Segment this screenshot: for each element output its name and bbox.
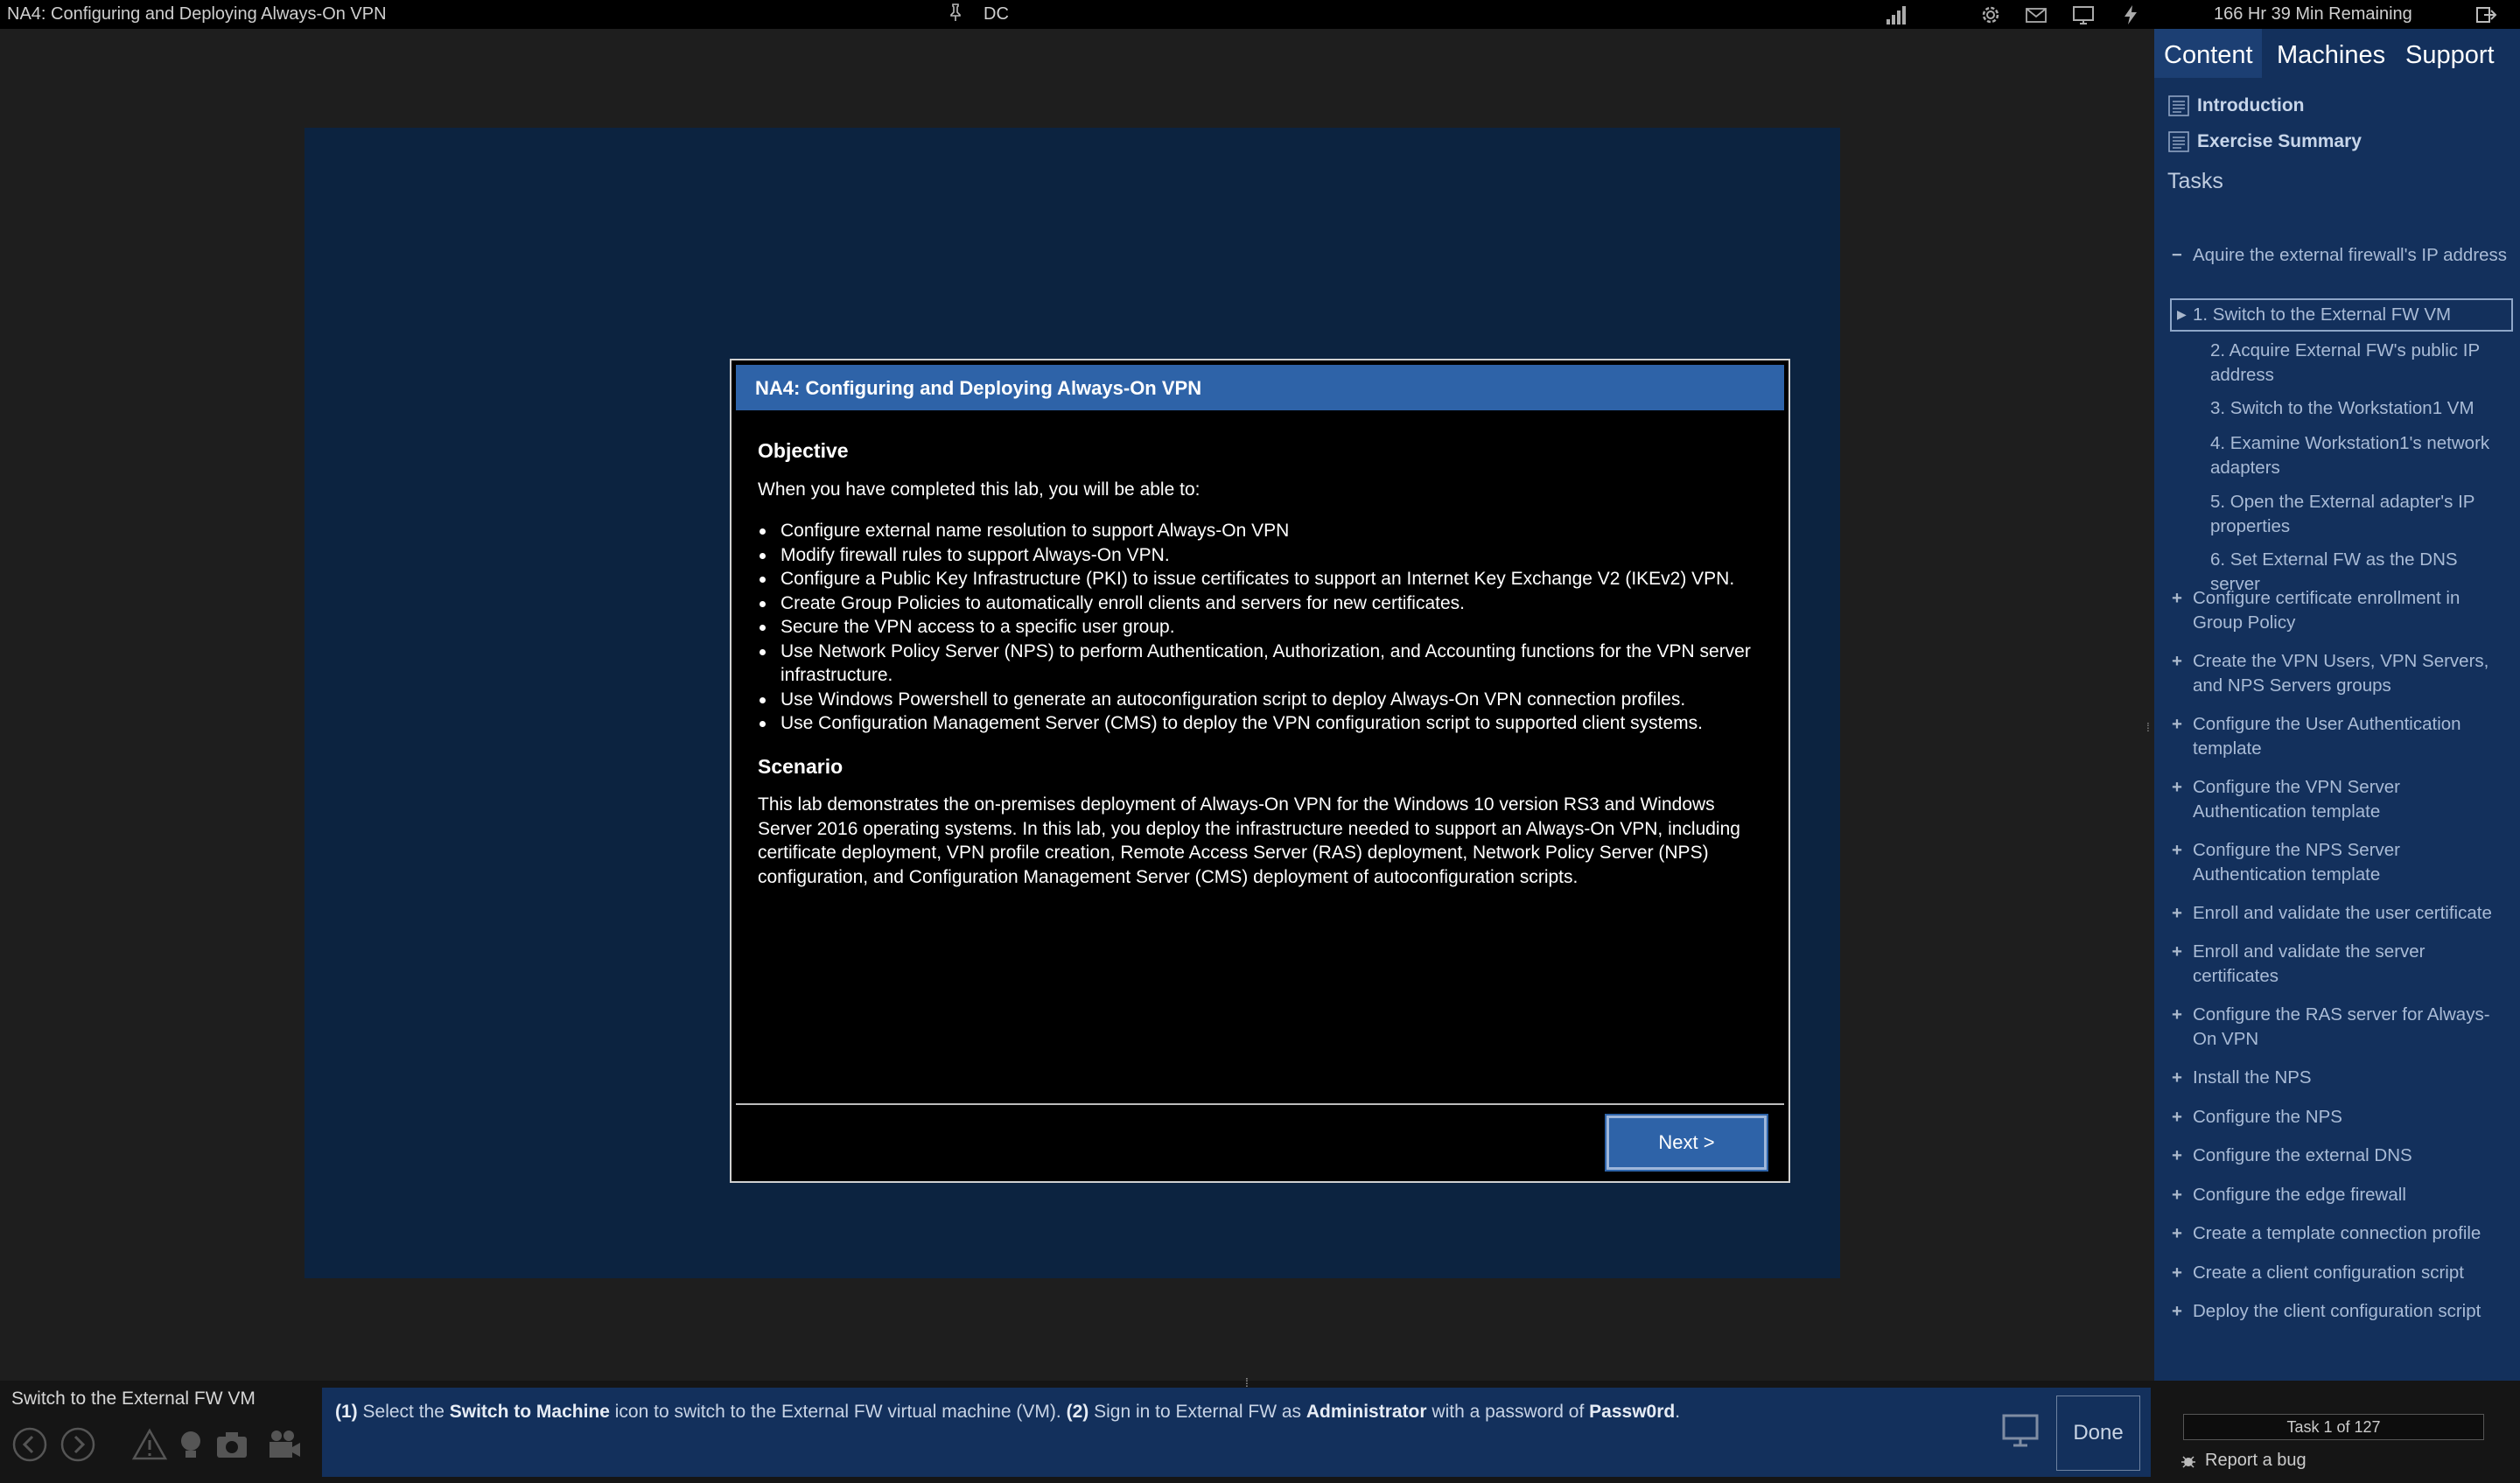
- introduction-link[interactable]: Introduction: [2167, 94, 2304, 117]
- expand-icon: +: [2172, 777, 2182, 797]
- exit-icon[interactable]: [2473, 2, 2499, 28]
- pin-icon[interactable]: [948, 3, 963, 27]
- task-label: Configure the RAS server for Always-On V…: [2193, 1004, 2490, 1049]
- lightbulb-icon[interactable]: [172, 1426, 209, 1463]
- objective-item: Configure a Public Key Infrastructure (P…: [758, 567, 1754, 591]
- task-label: Deploy the client configuration script: [2193, 1301, 2482, 1321]
- report-bug-link[interactable]: Report a bug: [2180, 1451, 2306, 1471]
- expand-icon: +: [2172, 840, 2182, 860]
- video-icon[interactable]: [266, 1426, 303, 1463]
- expand-icon: +: [2172, 1263, 2182, 1283]
- expand-icon: +: [2172, 714, 2182, 734]
- expand-icon: +: [2172, 903, 2182, 923]
- task-label: 4. Examine Workstation1's network adapte…: [2210, 433, 2490, 478]
- objective-item: Modify firewall rules to support Always-…: [758, 543, 1754, 568]
- switch-machine-icon[interactable]: [2000, 1410, 2040, 1451]
- objective-list: Configure external name resolution to su…: [758, 519, 1754, 736]
- task-label: 5. Open the External adapter's IP proper…: [2210, 492, 2475, 536]
- expand-icon: +: [2172, 1223, 2182, 1243]
- next-button[interactable]: Next >: [1605, 1114, 1768, 1172]
- task-label: Configure the VPN Server Authentication …: [2193, 777, 2401, 822]
- tab-machines[interactable]: Machines: [2277, 41, 2385, 70]
- warning-icon[interactable]: [131, 1426, 168, 1463]
- task-label: Configure the User Authentication templa…: [2193, 714, 2461, 759]
- objective-intro: When you have completed this lab, you wi…: [758, 479, 1200, 500]
- done-button[interactable]: Done: [2056, 1396, 2140, 1471]
- settings-icon[interactable]: [1978, 2, 2004, 28]
- task-label: Configure the NPS Server Authentication …: [2193, 840, 2401, 885]
- current-step-icon: ▶: [2177, 307, 2187, 321]
- expand-icon: +: [2172, 1067, 2182, 1088]
- objective-heading: Objective: [758, 439, 849, 462]
- tasks-heading: Tasks: [2167, 169, 2223, 193]
- task-label: 2. Acquire External FW's public IP addre…: [2210, 340, 2480, 385]
- task-label: Enroll and validate the user certificate: [2193, 903, 2492, 923]
- camera-icon[interactable]: [214, 1426, 250, 1463]
- monitor-icon[interactable]: [2070, 2, 2096, 28]
- instruction-text: (1) Select the Switch to Machine icon to…: [335, 1402, 1681, 1422]
- mail-icon[interactable]: [2023, 2, 2049, 28]
- task-label: Configure the NPS: [2193, 1107, 2342, 1127]
- dialog-title: NA4: Configuring and Deploying Always-On…: [736, 365, 1784, 410]
- time-remaining: 166 Hr 39 Min Remaining: [2214, 4, 2412, 24]
- expand-icon: +: [2172, 941, 2182, 962]
- lab-title: NA4: Configuring and Deploying Always-On…: [7, 4, 387, 24]
- current-step-title: Switch to the External FW VM: [11, 1389, 256, 1409]
- signal-icon: [1883, 2, 1909, 28]
- expand-icon: +: [2172, 1145, 2182, 1165]
- side-tabs: Content Machines Support: [2154, 29, 2520, 78]
- objective-item: Use Configuration Management Server (CMS…: [758, 711, 1754, 736]
- task-label: Create the VPN Users, VPN Servers, and N…: [2193, 651, 2489, 696]
- dialog-content: Objective When you have completed this l…: [758, 439, 1754, 889]
- objective-item: Use Windows Powershell to generate an au…: [758, 688, 1754, 712]
- task-label: 1. Switch to the External FW VM: [2193, 304, 2452, 325]
- scenario-text: This lab demonstrates the on-premises de…: [758, 794, 1740, 887]
- task-label: 3. Switch to the Workstation1 VM: [2210, 398, 2474, 418]
- forward-icon[interactable]: [60, 1426, 96, 1463]
- task-label: Install the NPS: [2193, 1067, 2312, 1088]
- task-label: Configure the edge firewall: [2193, 1185, 2406, 1205]
- list-icon: [2168, 131, 2189, 152]
- task-label: Create a template connection profile: [2193, 1223, 2482, 1243]
- scenario-heading: Scenario: [758, 754, 844, 778]
- task-label: Create a client configuration script: [2193, 1263, 2464, 1283]
- panel-splitter-handle[interactable]: ⁞: [2146, 720, 2153, 734]
- introduction-label: Introduction: [2197, 95, 2305, 115]
- document-icon: [2168, 95, 2189, 116]
- tab-content[interactable]: Content: [2154, 29, 2262, 78]
- expand-icon: +: [2172, 588, 2182, 608]
- power-icon[interactable]: [2118, 2, 2144, 28]
- exercise-summary-label: Exercise Summary: [2197, 131, 2362, 151]
- lab-side-panel: ⁞ Content Machines Support Introduction …: [2146, 29, 2520, 1381]
- objective-item: Create Group Policies to automatically e…: [758, 591, 1754, 616]
- vm-display-area[interactable]: NA4: Configuring and Deploying Always-On…: [0, 29, 2148, 1381]
- task-counter: Task 1 of 127: [2183, 1414, 2484, 1440]
- current-vm-name[interactable]: DC: [984, 4, 1009, 24]
- objective-item: Configure external name resolution to su…: [758, 519, 1754, 543]
- expand-icon: +: [2172, 651, 2182, 671]
- tab-support[interactable]: Support: [2405, 41, 2495, 70]
- task-label: Configure the external DNS: [2193, 1145, 2412, 1165]
- bug-icon: [2181, 1455, 2195, 1468]
- instruction-panel: (1) Select the Switch to Machine icon to…: [322, 1388, 2151, 1477]
- bottom-bar: ⁞ Switch to the External FW VM (1) Selec…: [0, 1375, 2520, 1483]
- lab-intro-dialog: NA4: Configuring and Deploying Always-On…: [730, 359, 1790, 1183]
- expand-icon: +: [2172, 1185, 2182, 1205]
- expand-icon: +: [2172, 1004, 2182, 1025]
- task-status-area: Task 1 of 127 Report a bug: [2154, 1381, 2520, 1483]
- expand-icon: +: [2172, 1107, 2182, 1127]
- expand-icon: +: [2172, 1301, 2182, 1321]
- top-bar: NA4: Configuring and Deploying Always-On…: [0, 0, 2520, 29]
- report-bug-label: Report a bug: [2205, 1451, 2306, 1470]
- subtask-selected[interactable]: ▶ 1. Switch to the External FW VM: [2170, 298, 2513, 332]
- task-label: Configure certificate enrollment in Grou…: [2193, 588, 2460, 633]
- task-label: Aquire the external firewall's IP addres…: [2193, 245, 2508, 265]
- back-icon[interactable]: [11, 1426, 48, 1463]
- task-label: Enroll and validate the server certifica…: [2193, 941, 2426, 986]
- objective-item: Use Network Policy Server (NPS) to perfo…: [758, 640, 1754, 688]
- objective-item: Secure the VPN access to a specific user…: [758, 615, 1754, 640]
- dialog-divider: [736, 1103, 1784, 1105]
- exercise-summary-link[interactable]: Exercise Summary: [2167, 130, 2362, 153]
- collapse-icon: −: [2172, 245, 2182, 265]
